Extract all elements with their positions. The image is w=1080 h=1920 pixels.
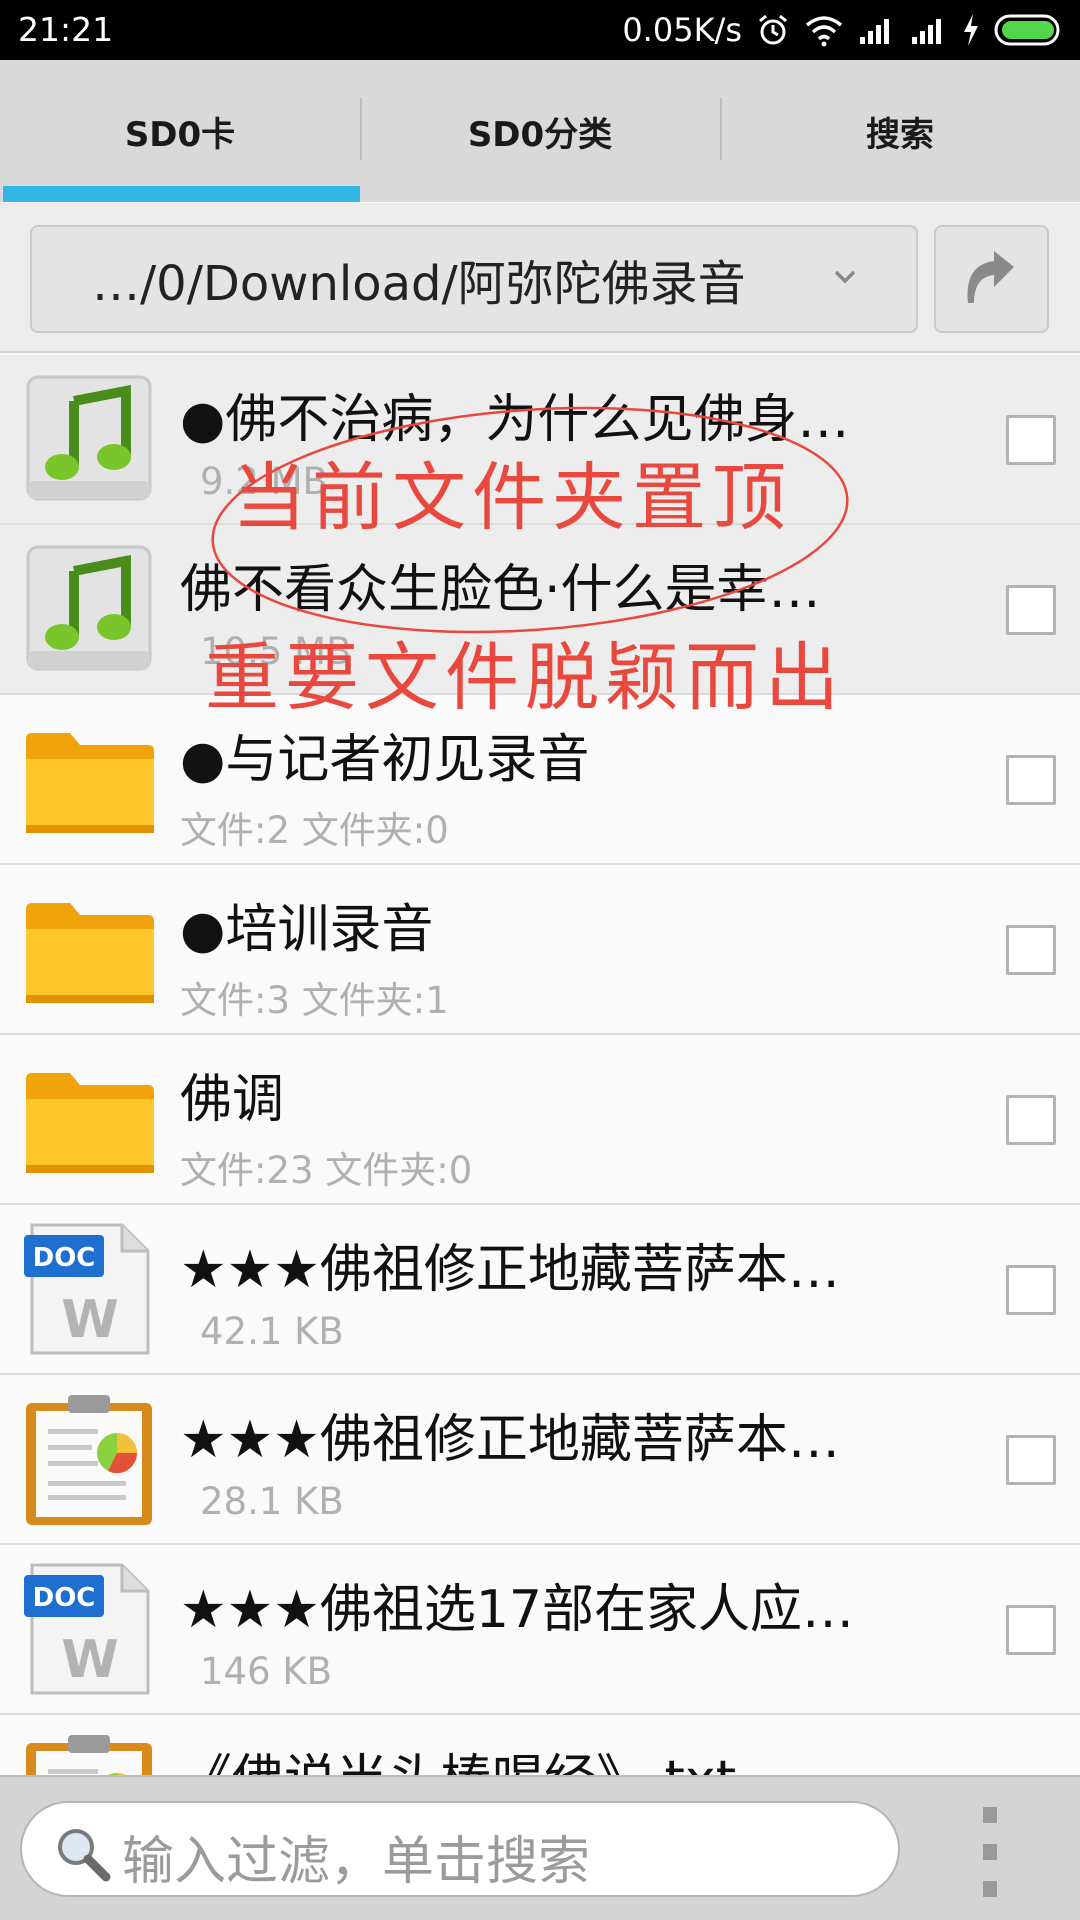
select-checkbox[interactable] — [1006, 1605, 1056, 1655]
menu-dot — [983, 1807, 997, 1823]
list-item[interactable]: 佛调 文件:23 文件夹:0 — [0, 1035, 1080, 1205]
select-checkbox[interactable] — [1006, 1265, 1056, 1315]
tab-label: 搜索 — [866, 114, 934, 155]
file-size: 146 KB — [200, 1650, 333, 1693]
list-item[interactable]: ●佛不治病，为什么见佛身… 9.2 MB — [0, 355, 1080, 525]
file-name: ●佛不治病，为什么见佛身… — [180, 390, 850, 450]
select-checkbox[interactable] — [1006, 1095, 1056, 1145]
parent-folder-button[interactable] — [934, 225, 1049, 333]
svg-text:DOC: DOC — [33, 1583, 96, 1613]
list-item[interactable]: ●培训录音 文件:3 文件夹:1 — [0, 865, 1080, 1035]
search-placeholder: 输入过滤，单击搜索 — [122, 1832, 591, 1892]
active-tab-indicator — [3, 186, 360, 202]
folder-info: 文件:2 文件夹:0 — [180, 809, 449, 852]
svg-text:DOC: DOC — [33, 1243, 96, 1273]
list-item[interactable]: ●与记者初见录音 文件:2 文件夹:0 — [0, 695, 1080, 865]
file-size: 28.1 KB — [200, 1480, 344, 1523]
svg-text:W: W — [61, 1630, 118, 1690]
folder-name: ●培训录音 — [180, 900, 434, 960]
folder-info: 文件:3 文件夹:1 — [180, 979, 449, 1022]
chevron-down-icon — [830, 261, 860, 295]
file-name: ★★★佛祖选17部在家人应… — [180, 1580, 855, 1640]
file-list: ●佛不治病，为什么见佛身… 9.2 MB 佛不看众生脸色·什么是幸… 10.5 … — [0, 355, 1080, 1775]
menu-dot — [983, 1844, 997, 1860]
filter-search-input[interactable]: 输入过滤，单击搜索 — [20, 1801, 900, 1897]
folder-name: 佛调 — [180, 1070, 285, 1130]
alarm-icon — [756, 13, 790, 47]
battery-icon — [994, 13, 1066, 47]
tab-sd0-category[interactable]: SD0分类 — [360, 60, 720, 202]
file-name: 《佛说当头棒喝经》.txt — [180, 1737, 950, 1775]
menu-dot — [983, 1881, 997, 1897]
search-icon — [52, 1823, 112, 1887]
status-bar: 21:21 0.05K/s — [0, 0, 1080, 60]
clipboard-chart-icon — [22, 1389, 157, 1529]
file-name: ★★★佛祖修正地藏菩萨本… — [180, 1240, 840, 1300]
list-item[interactable]: ★★★佛祖修正地藏菩萨本… 28.1 KB — [0, 1375, 1080, 1545]
path-bar: …/0/Download/阿弥陀佛录音 — [0, 203, 1080, 353]
tab-label: SD0卡 — [124, 114, 236, 155]
overflow-menu-button[interactable] — [970, 1807, 1010, 1897]
network-speed: 0.05K/s — [622, 11, 742, 49]
current-path: …/0/Download/阿弥陀佛录音 — [92, 256, 746, 312]
svg-text:W: W — [61, 1290, 118, 1350]
tab-bar: SD0卡 SD0分类 搜索 — [0, 60, 1080, 202]
file-manager-screen: 21:21 0.05K/s SD0卡 SD0分类 搜索 …/0/Download… — [0, 0, 1080, 1920]
folder-icon — [22, 879, 157, 1019]
select-checkbox[interactable] — [1006, 585, 1056, 635]
music-icon — [22, 369, 157, 509]
music-icon — [22, 539, 157, 679]
file-size: 9.2 MB — [200, 460, 328, 503]
folder-name: ●与记者初见录音 — [180, 730, 590, 790]
tab-label: SD0分类 — [467, 114, 613, 155]
charging-icon — [962, 13, 980, 47]
doc-icon: DOC W — [22, 1559, 157, 1699]
doc-icon: DOC W — [22, 1219, 157, 1359]
path-dropdown[interactable]: …/0/Download/阿弥陀佛录音 — [30, 225, 918, 333]
wifi-icon — [804, 13, 844, 47]
status-time: 21:21 — [18, 10, 114, 49]
tab-search[interactable]: 搜索 — [720, 60, 1080, 202]
list-item[interactable]: DOC W ★★★佛祖选17部在家人应… 146 KB — [0, 1545, 1080, 1715]
tab-sd0-card[interactable]: SD0卡 — [0, 60, 360, 202]
file-name: ★★★佛祖修正地藏菩萨本… — [180, 1410, 840, 1470]
select-checkbox[interactable] — [1006, 415, 1056, 465]
file-name: 佛不看众生脸色·什么是幸… — [180, 560, 821, 620]
clipboard-chart-icon — [22, 1729, 157, 1775]
signal-icon-2 — [910, 15, 948, 45]
list-item[interactable]: 佛不看众生脸色·什么是幸… 10.5 MB — [0, 525, 1080, 695]
folder-info: 文件:23 文件夹:0 — [180, 1149, 473, 1192]
folder-icon — [22, 1049, 157, 1189]
select-checkbox[interactable] — [1006, 755, 1056, 805]
list-item[interactable]: 《佛说当头棒喝经》.txt — [0, 1715, 1080, 1775]
list-item[interactable]: DOC W ★★★佛祖修正地藏菩萨本… 42.1 KB — [0, 1205, 1080, 1375]
up-arrow-icon — [967, 251, 1014, 303]
select-checkbox[interactable] — [1006, 925, 1056, 975]
file-size: 42.1 KB — [200, 1310, 344, 1353]
folder-icon — [22, 709, 157, 849]
bottom-bar: 输入过滤，单击搜索 — [0, 1775, 1080, 1920]
select-checkbox[interactable] — [1006, 1435, 1056, 1485]
signal-icon — [858, 15, 896, 45]
file-size: 10.5 MB — [200, 630, 352, 673]
